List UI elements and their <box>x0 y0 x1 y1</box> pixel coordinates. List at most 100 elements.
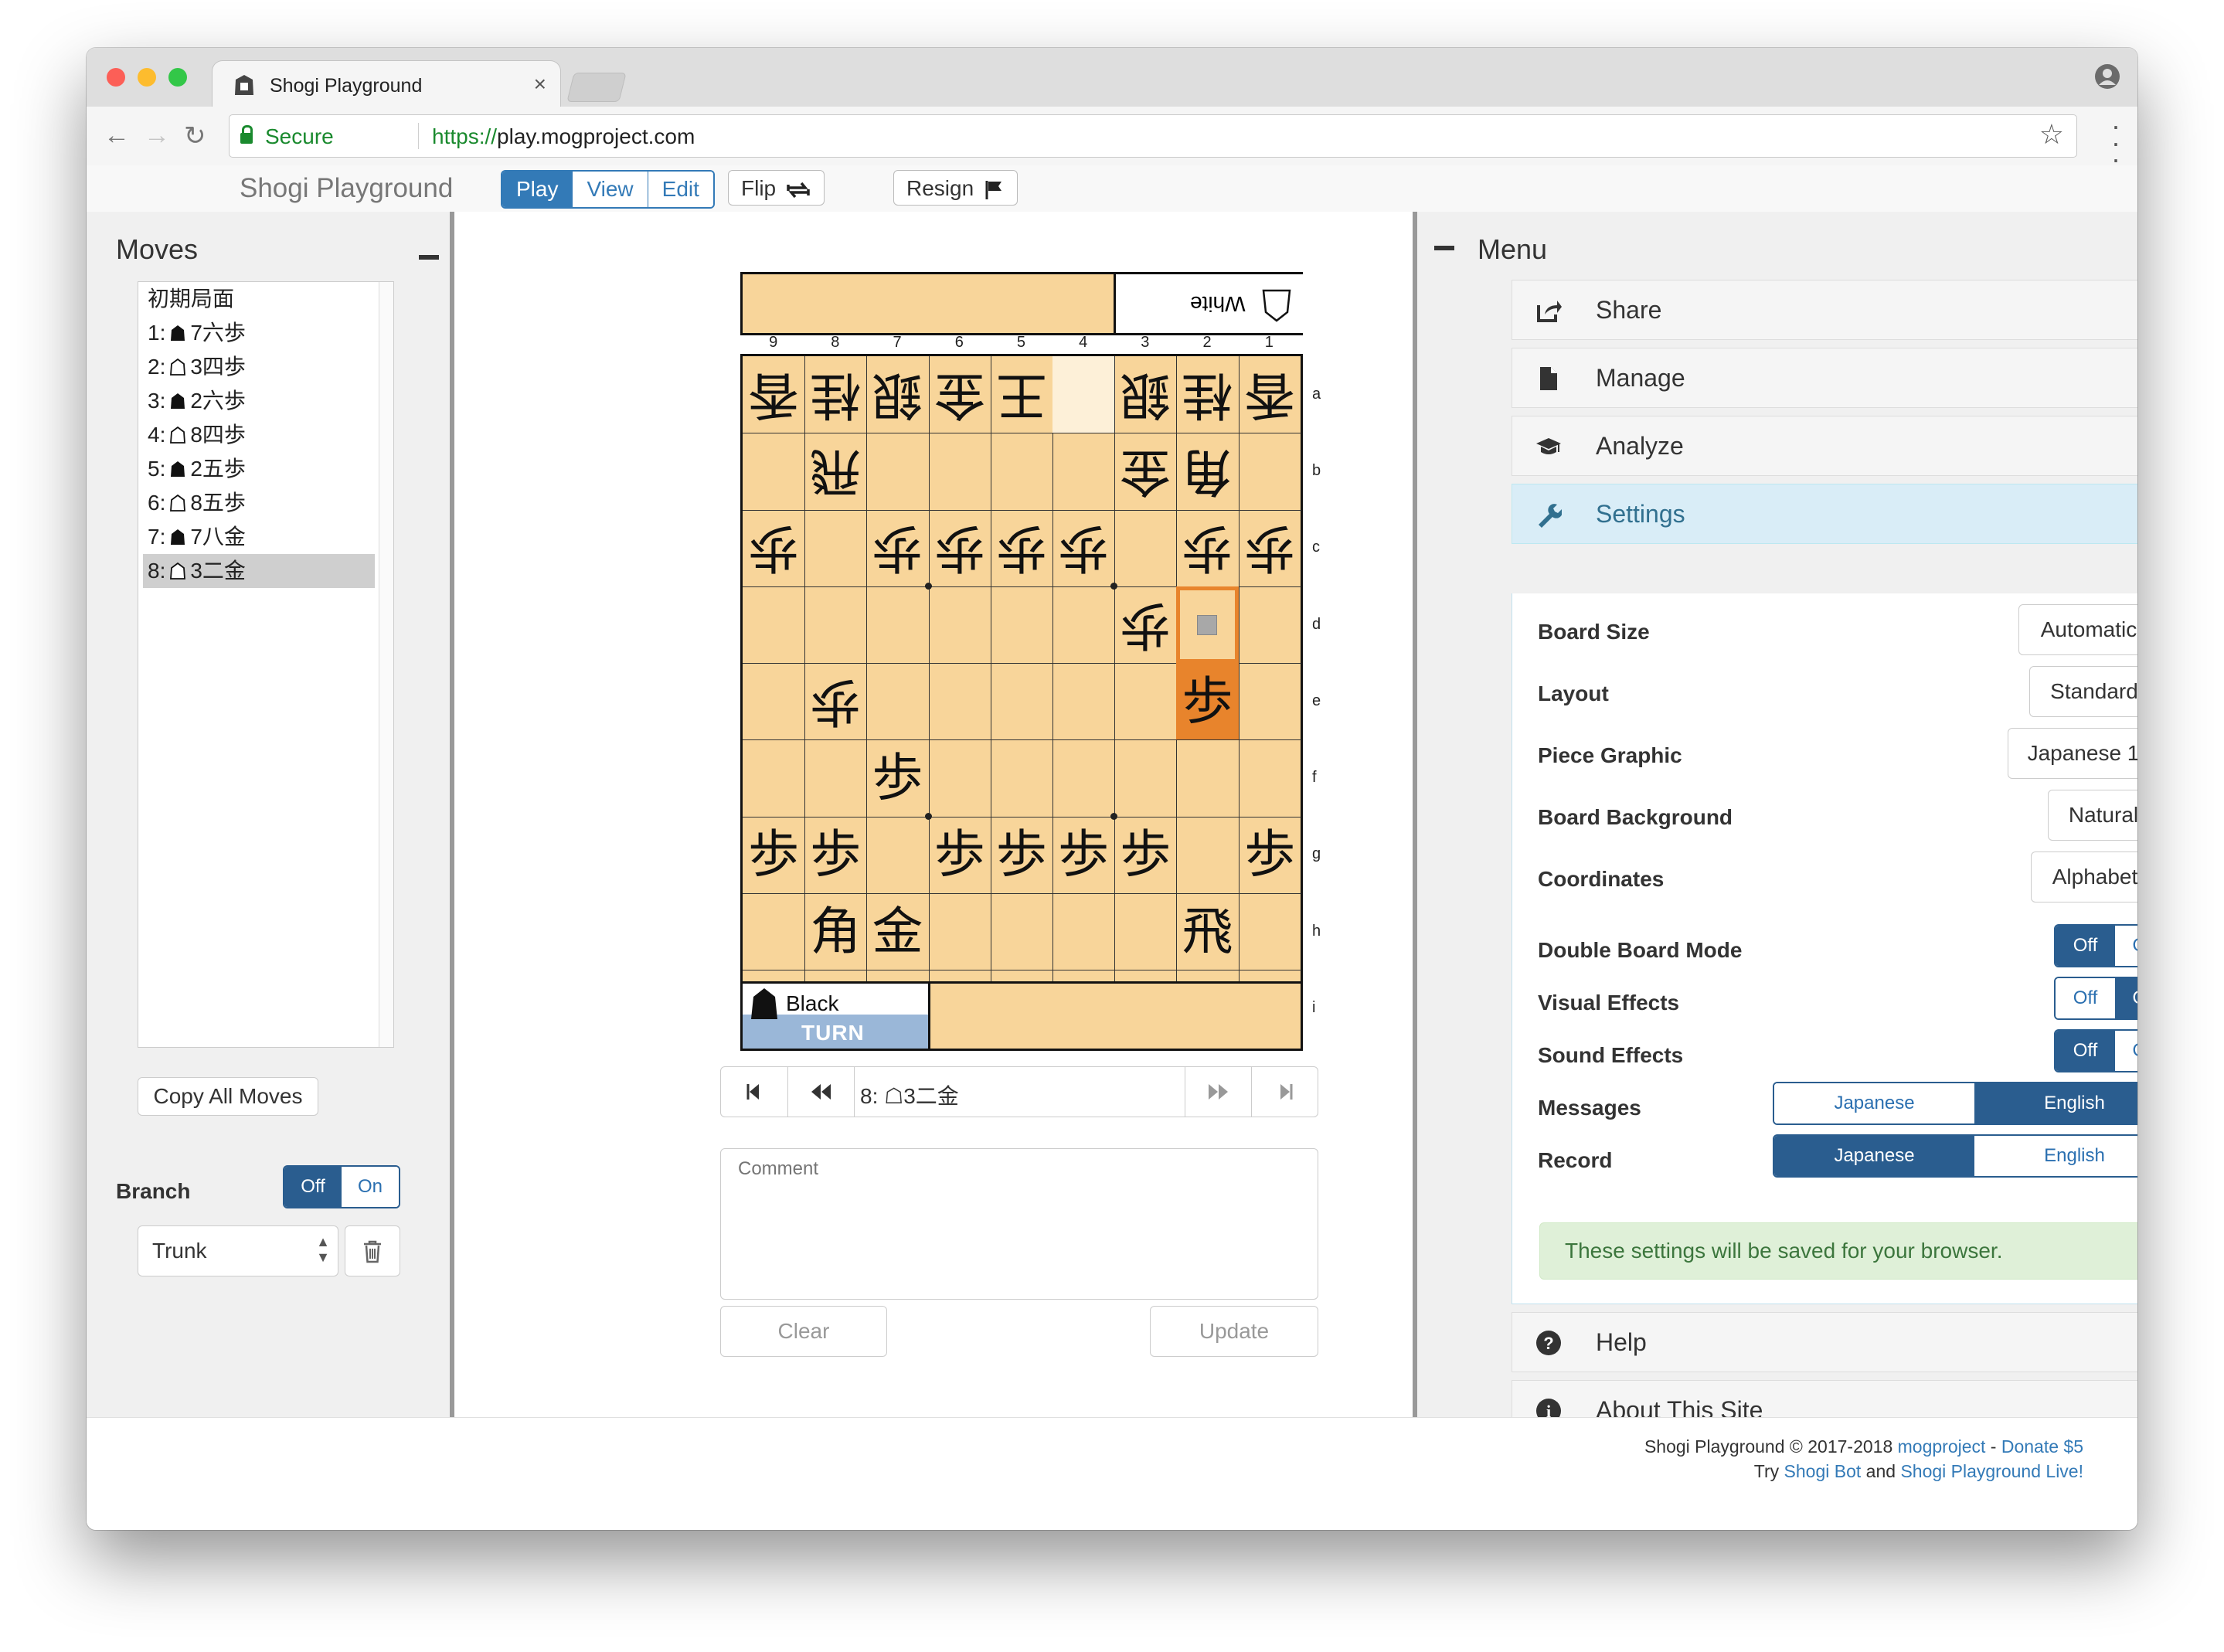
board-square[interactable]: 歩 <box>743 816 806 895</box>
shogi-bot-link[interactable]: Shogi Bot <box>1784 1461 1862 1481</box>
board-square[interactable]: 歩 <box>1238 817 1301 895</box>
board-square[interactable]: 歩 <box>1176 509 1240 587</box>
messages-japanese-button[interactable]: Japanese <box>1774 1083 1974 1123</box>
move-list-item[interactable]: 3: 2六歩 <box>143 384 375 418</box>
board-square[interactable]: 桂 <box>1176 356 1240 434</box>
reload-icon[interactable]: ↻ <box>184 121 206 151</box>
collapse-moves-icon[interactable] <box>419 255 439 260</box>
new-tab-button[interactable] <box>566 73 627 102</box>
board-square[interactable] <box>1238 586 1301 665</box>
double-board-off-button[interactable]: Off <box>2056 926 2115 966</box>
board-square[interactable] <box>743 663 806 741</box>
board-square[interactable] <box>804 586 868 665</box>
board-square[interactable] <box>743 739 806 818</box>
comment-textarea[interactable] <box>720 1148 1318 1300</box>
move-list-item[interactable]: 7: 7八金 <box>143 520 375 554</box>
board-square[interactable]: 歩 <box>866 739 930 818</box>
flip-button[interactable]: Flip <box>728 170 825 206</box>
board-square[interactable] <box>1114 893 1178 971</box>
current-move-select[interactable]: 8: ☖3二金 <box>860 1079 959 1110</box>
board-square[interactable]: 銀 <box>1114 356 1178 434</box>
settings-panel-header[interactable]: Settings <box>1512 484 2137 544</box>
address-bar[interactable]: Secure https://play.mogproject.com ☆ <box>229 114 2077 158</box>
board-square[interactable] <box>990 433 1053 511</box>
board-square[interactable] <box>1114 509 1178 587</box>
help-panel[interactable]: ? Help <box>1512 1312 2137 1372</box>
board-square[interactable] <box>990 586 1053 665</box>
zoom-window-button[interactable] <box>168 68 187 87</box>
board-square[interactable] <box>866 586 930 665</box>
board-square[interactable] <box>1238 893 1301 971</box>
sound-effects-off-button[interactable]: Off <box>2056 1031 2115 1071</box>
move-list-item[interactable]: 1: 7六歩 <box>143 316 375 350</box>
board-square[interactable]: 歩 <box>1238 510 1301 587</box>
board-square[interactable]: 銀 <box>866 356 930 434</box>
board-square[interactable] <box>928 893 991 971</box>
board-square[interactable]: 金 <box>1114 433 1178 511</box>
board-square[interactable] <box>804 739 868 818</box>
profile-icon[interactable] <box>2094 63 2120 90</box>
board-square[interactable]: 歩 <box>928 816 991 895</box>
board-square[interactable]: 金 <box>866 893 930 971</box>
share-panel[interactable]: Share <box>1512 280 2137 340</box>
move-list-item[interactable]: 4: 8四歩 <box>143 418 375 452</box>
coordinates-dropdown[interactable]: Alphabet <box>2031 851 2137 902</box>
board-square[interactable] <box>1052 586 1116 665</box>
board-square[interactable] <box>928 433 991 511</box>
back-arrow-icon[interactable]: ← <box>104 121 130 151</box>
board-square[interactable] <box>1052 663 1116 741</box>
board-square[interactable]: 飛 <box>1176 893 1240 971</box>
move-list-item[interactable]: 5: 2五歩 <box>143 452 375 486</box>
branch-select[interactable]: Trunk ▲ ▼ <box>138 1225 338 1276</box>
board-square[interactable] <box>743 586 806 665</box>
board-square[interactable]: 歩 <box>1176 663 1240 741</box>
board-square[interactable]: 王 <box>990 356 1053 434</box>
browser-tab[interactable]: Shogi Playground × <box>212 60 561 109</box>
board-square[interactable] <box>866 816 930 895</box>
board-square[interactable] <box>1176 586 1240 665</box>
secure-indicator[interactable]: Secure <box>240 124 334 149</box>
mode-view-button[interactable]: View <box>573 172 648 207</box>
board-square[interactable]: 香 <box>743 356 806 434</box>
board-square[interactable] <box>1052 893 1116 971</box>
board-square[interactable] <box>804 509 868 587</box>
update-comment-button[interactable]: Update <box>1150 1306 1318 1357</box>
record-japanese-button[interactable]: Japanese <box>1774 1136 1974 1176</box>
board-square[interactable] <box>1114 663 1178 741</box>
board-square[interactable]: 角 <box>804 893 868 971</box>
next-move-button[interactable] <box>1185 1067 1252 1117</box>
board-square[interactable]: 歩 <box>1052 816 1116 895</box>
donate-link[interactable]: Donate $5 <box>2001 1436 2083 1457</box>
sound-effects-on-button[interactable]: On <box>2115 1031 2137 1071</box>
move-list-scrollbar[interactable] <box>379 282 393 1047</box>
board-square[interactable]: 角 <box>1176 433 1240 511</box>
board-square[interactable] <box>1114 739 1178 818</box>
move-list-item[interactable]: 2: 3四歩 <box>143 350 375 384</box>
board-square[interactable] <box>1176 816 1240 895</box>
prev-move-button[interactable] <box>787 1067 855 1117</box>
board-square[interactable] <box>1052 433 1116 511</box>
clear-comment-button[interactable]: Clear <box>720 1306 887 1357</box>
tab-close-icon[interactable]: × <box>534 72 546 97</box>
piece-graphic-dropdown[interactable]: Japanese 1 <box>2008 728 2137 779</box>
first-move-button[interactable] <box>721 1067 788 1117</box>
record-english-button[interactable]: English <box>1974 1136 2137 1176</box>
close-window-button[interactable] <box>107 68 125 87</box>
visual-effects-off-button[interactable]: Off <box>2056 978 2115 1018</box>
board-square[interactable]: 歩 <box>804 816 868 895</box>
board-square[interactable]: 歩 <box>990 509 1053 587</box>
mode-play-button[interactable]: Play <box>502 172 573 207</box>
board-square[interactable]: 飛 <box>804 433 868 511</box>
board-square[interactable] <box>928 739 991 818</box>
board-square[interactable] <box>990 739 1053 818</box>
delete-branch-button[interactable] <box>345 1225 400 1276</box>
board-square[interactable] <box>866 433 930 511</box>
board-square[interactable]: 歩 <box>1114 816 1178 895</box>
board-square[interactable] <box>990 893 1053 971</box>
move-list-item[interactable]: 6: 8五歩 <box>143 486 375 520</box>
black-hand[interactable]: Black TURN <box>740 981 1303 1051</box>
board-square[interactable] <box>1238 740 1301 818</box>
minimize-window-button[interactable] <box>138 68 156 87</box>
url-text[interactable]: https://play.mogproject.com <box>432 124 695 149</box>
board-background-dropdown[interactable]: Natural <box>2048 790 2137 841</box>
